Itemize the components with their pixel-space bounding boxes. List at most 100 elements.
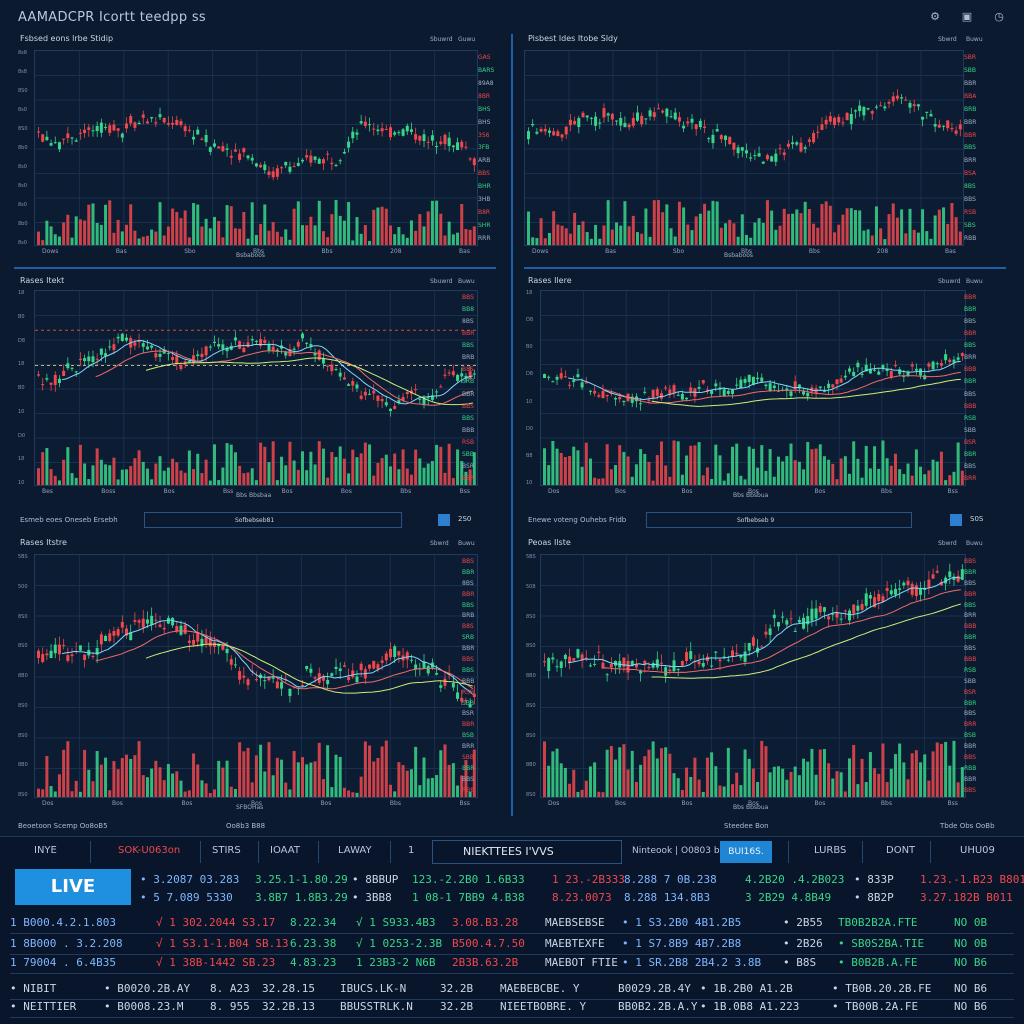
ticker-row[interactable]: • 3.2087 03.283 3.25.1-1.80.29 • 8BBUP 123.… — [0, 870, 1024, 890]
tab-stirs[interactable]: STIRS — [212, 845, 241, 856]
price-label: BBB — [964, 402, 977, 410]
price-label: BBB — [462, 677, 475, 685]
price-label: BBS — [964, 558, 976, 565]
y-tick-label: 18 — [18, 456, 25, 463]
panel-chip-b[interactable]: Buwu — [966, 36, 983, 43]
tab-laway[interactable]: LAWAY — [338, 845, 372, 856]
window-icon[interactable]: ▣ — [960, 10, 974, 24]
ticker-search-input[interactable]: NIEKTTEES I'VVS — [432, 840, 622, 864]
y-tick-label: 8s8 — [18, 50, 27, 56]
ticker-cell: 3.08.B3.28 — [452, 916, 519, 929]
panel-4-controls-label: Enewe voteng Ouhebs Fridb — [528, 516, 627, 524]
y-axis: 5BS 508 8S0 8S0 8B0 8S0 8S0 8B0 8S0 — [526, 554, 536, 798]
y-tick-label: B0 — [526, 344, 533, 351]
panel-chip-a[interactable]: Sbwrd — [938, 540, 957, 547]
panel-3-apply-button[interactable] — [438, 514, 450, 526]
ticker-cell: BBUSSTRLK.N — [340, 1000, 413, 1013]
panel-chip-b[interactable]: Guwu — [458, 36, 475, 43]
x-tick-label: Dos — [548, 800, 560, 807]
panel-chip-a[interactable]: Sbuwrd — [430, 278, 453, 285]
panel-4-apply-button[interactable] — [950, 514, 962, 526]
row-divider — [10, 973, 1014, 974]
price-label: BRR — [462, 743, 475, 751]
price-label: RRR — [478, 234, 491, 242]
price-label: 89A8 — [478, 79, 494, 87]
panel-chip-a[interactable]: Sbwrd — [938, 36, 957, 43]
panel-chip-b[interactable]: Buwu — [458, 540, 475, 547]
ticker-row[interactable]: • 5 7.089 5330 3.8B7 1.8B3.29 • 3BB8 1 08-1… — [0, 888, 1024, 908]
ticker-row[interactable]: • NEITTIER • B0008.23.M 8. 955 32.2B.13 BBUS… — [0, 997, 1024, 1017]
x-tick-label: Dos — [548, 488, 560, 495]
y-tick-label: B0 — [18, 385, 25, 391]
ticker-cell: 123.-2.2B0 1.6B33 — [412, 873, 525, 886]
panel-chip-a[interactable]: Sbuwrd — [430, 36, 453, 43]
panel-4-controls-input[interactable]: Sofbebseb 9 — [646, 512, 912, 528]
y-tick-label: 8s0 — [18, 183, 27, 189]
x-tick-label: Bss — [222, 488, 234, 495]
y-tick-label: D8 — [18, 337, 26, 344]
clock-icon[interactable]: ◷ — [992, 10, 1006, 24]
panel-chip-b[interactable]: Buwu — [458, 278, 475, 285]
tab-1[interactable]: 1 — [408, 845, 414, 856]
price-label: BSR — [964, 438, 976, 446]
ticker-row[interactable]: 1 8B000 . 3.2.208 √ 1 S3.1-1.B04 SB.13 6.2… — [0, 934, 1024, 954]
x-tick-label: Bos — [681, 800, 693, 807]
panel-chip-a[interactable]: Sbwrd — [430, 540, 449, 547]
price-label: BSB — [462, 732, 474, 740]
y-tick-label: 8S0 — [18, 88, 28, 94]
price-label: BBR — [462, 764, 475, 772]
candlestick-chart[interactable] — [524, 50, 965, 247]
price-label: SBR — [964, 54, 977, 61]
panel-3-controls-label: Esmeb eoes Oneseb Ersebh — [20, 516, 118, 524]
tab-inye[interactable]: INYE — [34, 845, 57, 856]
candlestick-chart[interactable] — [34, 50, 479, 247]
panel-chip-b[interactable]: Buwu — [966, 278, 983, 285]
candlestick-chart[interactable] — [540, 290, 967, 487]
price-label: BSR — [462, 462, 474, 470]
y-tick-label: 500 — [18, 583, 28, 590]
ticker-cell: 32.2B — [440, 982, 474, 995]
ticker-row[interactable]: 1 B000.4.2.1.803 √ 1 302.2044 S3.17 8.22.3… — [0, 913, 1024, 933]
ticker-row[interactable]: 1 79004 . 6.4B35 √ 1 38B-1442 SB.23 4.83.2… — [0, 953, 1024, 973]
panel-3-controls-value: 2S0 — [458, 515, 472, 523]
price-label: BBS — [462, 402, 474, 410]
tab-uhu09[interactable]: UHU09 — [960, 845, 995, 856]
price-label: BSR — [964, 688, 976, 696]
highlight-button[interactable]: BUI16S. — [720, 841, 772, 863]
price-ladder: GAS BARS 89A8 8BR BHS BHS 3S6 3FB ARB BBS BHR 3HB B8… — [478, 54, 494, 242]
ticker-cell: 8.23.0073 — [552, 891, 612, 904]
panel-title: Pisbest ldes Itobe Sldy — [528, 34, 618, 43]
network-label: Ninteook | O0803 b — [632, 846, 720, 856]
x-tick-label: Sbo — [184, 248, 196, 255]
price-label: BBR — [964, 294, 977, 301]
tab-lurbs[interactable]: LURBS — [814, 845, 846, 856]
price-label: B8S — [462, 366, 474, 374]
price-label: BBS — [462, 342, 474, 350]
candlestick-chart[interactable] — [34, 290, 479, 487]
settings-icon[interactable]: ⚙ — [928, 10, 942, 24]
price-label: BBR — [964, 118, 977, 126]
x-tick-label: Bas — [459, 248, 470, 255]
ticker-row[interactable]: • NIBIT • B0020.2B.AY 8. A23 32.28.15 IBUCS.… — [0, 979, 1024, 999]
y-tick-label: B8 — [526, 452, 533, 459]
x-tick-label: Bos — [340, 488, 352, 495]
panel-chip-b[interactable]: Buwu — [966, 540, 983, 547]
y-tick-label: 8S0 — [526, 613, 536, 620]
price-label: BBS — [462, 558, 474, 565]
price-label: BBR — [964, 378, 977, 386]
price-ladder: BBS BB8 8BS BBR BBS BRB B8S SRB BBR BBS BBS BBB RSB S… — [462, 294, 474, 482]
tab-sok[interactable]: SOK-U063on — [118, 845, 180, 856]
price-label: BRB — [964, 105, 977, 113]
candlestick-chart[interactable] — [34, 554, 479, 799]
price-ladder: BBS BBR BBS BBR BBS BRR BBB BBR BBS BBB RSB SBB BSR B… — [964, 558, 976, 794]
price-ladder: BBS BBR 8BS BBR BBS BRB B8S SRB BBR BBS BBS BBB RSB S… — [462, 558, 474, 794]
ticker-cell: 4.2B20 .4.2B023 — [745, 873, 845, 886]
candlestick-chart[interactable] — [540, 554, 967, 799]
panel-3-controls-input[interactable]: Sofbebseb81 — [144, 512, 402, 528]
tab-dont[interactable]: DONT — [886, 845, 915, 856]
ticker-cell: B500.4.7.50 — [452, 937, 525, 950]
price-label: BBR — [462, 330, 475, 338]
tab-ioaat[interactable]: IOAAT — [270, 845, 300, 856]
ticker-cell: • TB00B.2A.FE — [832, 1000, 919, 1013]
panel-chip-a[interactable]: Sbuwrd — [938, 278, 961, 285]
